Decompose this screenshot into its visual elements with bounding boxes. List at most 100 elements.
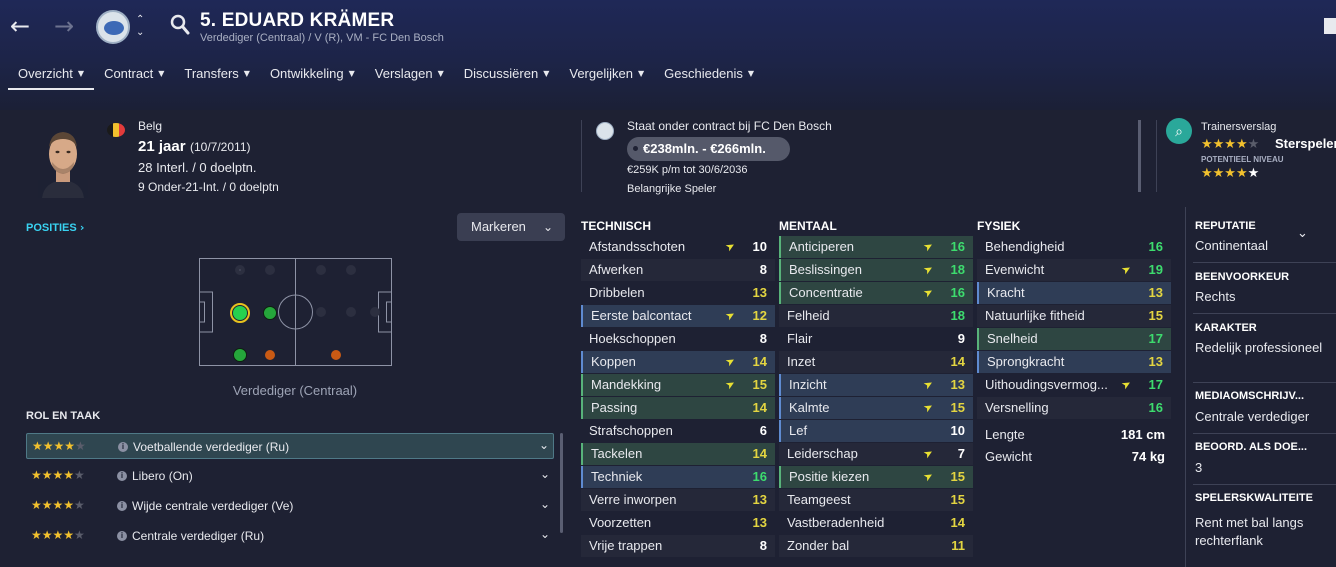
attribute-value: 19 xyxy=(1148,262,1163,277)
tab-contract[interactable]: Contract ▼ xyxy=(94,60,174,90)
attribute-name: Positie kiezen xyxy=(789,469,870,484)
attribute-row[interactable]: Zonder bal 11 xyxy=(779,535,973,557)
info-icon[interactable]: i xyxy=(117,531,127,541)
attribute-row[interactable]: Inzet 14 xyxy=(779,351,973,373)
attribute-row[interactable]: Positie kiezen ➤ 15 xyxy=(779,466,973,488)
attribute-value: 16 xyxy=(1148,400,1163,415)
attribute-row[interactable]: Passing 14 xyxy=(581,397,775,419)
attribute-row[interactable]: Concentratie ➤ 16 xyxy=(779,282,973,304)
role-stars: ★★★★★ xyxy=(31,498,85,512)
player-positions-club: Verdediger (Centraal) / V (R), VM - FC D… xyxy=(200,32,444,44)
divider xyxy=(1193,433,1336,434)
back-arrow-icon[interactable]: ← xyxy=(10,14,34,38)
attribute-row[interactable]: Techniek 16 xyxy=(581,466,775,488)
search-icon[interactable] xyxy=(170,14,190,36)
attribute-name: Eerste balcontact xyxy=(591,308,692,323)
chevron-down-icon[interactable]: ⌄ xyxy=(539,438,549,452)
attribute-name: Behendigheid xyxy=(985,239,1065,254)
attribute-row[interactable]: Felheid 18 xyxy=(779,305,973,327)
tab-overzicht[interactable]: Overzicht ▼ xyxy=(8,60,95,90)
tab-transfers[interactable]: Transfers ▼ xyxy=(174,60,260,90)
attribute-row[interactable]: Uithoudingsvermog... ➤ 17 xyxy=(977,374,1171,396)
attribute-row[interactable]: Tackelen 14 xyxy=(581,443,775,465)
tab-verslagen[interactable]: Verslagen ▼ xyxy=(365,60,454,90)
attribute-row[interactable]: Verre inworpen 13 xyxy=(581,489,775,511)
scout-search-icon[interactable]: ⌕ xyxy=(1166,118,1192,144)
markeren-dropdown[interactable]: Markeren ⌄ xyxy=(457,213,565,241)
attribute-value: 6 xyxy=(759,423,767,438)
transfer-value-badge[interactable]: €238mln. - €266mln. xyxy=(627,137,790,161)
attribute-value: 15 xyxy=(950,492,965,507)
attribute-row[interactable]: Kalmte ➤ 15 xyxy=(779,397,973,419)
tab-vergelijken[interactable]: Vergelijken ▼ xyxy=(559,60,654,90)
switch-player-chevrons-icon[interactable]: ⌃ ⌄ xyxy=(136,13,144,39)
attribute-row[interactable]: Sprongkracht 13 xyxy=(977,351,1171,373)
reputation-label: REPUTATIE xyxy=(1195,220,1256,232)
attribute-row[interactable]: Vastberadenheid 14 xyxy=(779,512,973,534)
roles-scrollbar[interactable] xyxy=(560,433,563,533)
attribute-row[interactable]: Snelheid 17 xyxy=(977,328,1171,350)
weight-value: 74 kg xyxy=(1131,449,1165,464)
role-row[interactable]: ★★★★★ i Libero (On) ⌄ xyxy=(26,463,554,489)
attribute-row[interactable]: Natuurlijke fitheid 15 xyxy=(977,305,1171,327)
attribute-row[interactable]: Teamgeest 15 xyxy=(779,489,973,511)
chevron-down-icon[interactable]: ⌄ xyxy=(540,497,550,511)
attribute-row[interactable]: Afstandsschoten ➤ 10 xyxy=(581,236,775,258)
forward-arrow-icon[interactable]: → xyxy=(54,14,78,38)
role-row[interactable]: ★★★★★ i Voetballende verdediger (Ru) ⌄ xyxy=(26,433,554,459)
attribute-row[interactable]: Strafschoppen 6 xyxy=(581,420,775,442)
attribute-row[interactable]: Vrije trappen 8 xyxy=(581,535,775,557)
attribute-row[interactable]: Behendigheid 16 xyxy=(977,236,1171,258)
club-crest-icon[interactable] xyxy=(96,10,130,44)
tab-discussieren[interactable]: Discussiëren ▼ xyxy=(454,60,560,90)
role-row[interactable]: ★★★★★ i Centrale verdediger (Ru) ⌄ xyxy=(26,523,554,549)
wage-and-expiry: €259K p/m tot 30/6/2036 xyxy=(627,164,748,176)
divider xyxy=(581,120,582,192)
mental-header: MENTAAL xyxy=(779,219,837,233)
positions-link[interactable]: POSITIES › xyxy=(26,221,84,234)
attribute-row[interactable]: Beslissingen ➤ 18 xyxy=(779,259,973,281)
training-focus-arrow-icon: ➤ xyxy=(1118,376,1134,393)
attribute-value: 14 xyxy=(752,354,767,369)
attribute-row[interactable]: Inzicht ➤ 13 xyxy=(779,374,973,396)
attribute-row[interactable]: Hoekschoppen 8 xyxy=(581,328,775,350)
attribute-row[interactable]: Mandekking ➤ 15 xyxy=(581,374,775,396)
attribute-row[interactable]: Koppen ➤ 14 xyxy=(581,351,775,373)
attribute-row[interactable]: Anticiperen ➤ 16 xyxy=(779,236,973,258)
attribute-row[interactable]: Dribbelen 13 xyxy=(581,282,775,304)
attribute-value: 11 xyxy=(951,538,965,553)
chevron-down-icon[interactable]: ⌄ xyxy=(540,467,550,481)
attribute-row[interactable]: Flair 9 xyxy=(779,328,973,350)
position-pitch xyxy=(199,258,392,366)
tab-ontwikkeling[interactable]: Ontwikkeling ▼ xyxy=(260,60,365,90)
player-traits-value: Rent met bal langs rechterflank xyxy=(1195,515,1304,548)
attribute-value: 16 xyxy=(950,239,965,254)
divider xyxy=(1193,262,1336,263)
info-icon[interactable]: i xyxy=(117,471,127,481)
attribute-name: Felheid xyxy=(787,308,830,323)
tab-geschiedenis[interactable]: Geschiedenis ▼ xyxy=(654,60,764,90)
attribute-row[interactable]: Versnelling 16 xyxy=(977,397,1171,419)
attribute-name: Zonder bal xyxy=(787,538,850,553)
window-control[interactable] xyxy=(1324,18,1336,34)
attribute-row[interactable]: Evenwicht ➤ 19 xyxy=(977,259,1171,281)
attribute-row[interactable]: Voorzetten 13 xyxy=(581,512,775,534)
scrollbar[interactable] xyxy=(1138,120,1141,192)
height-value: 181 cm xyxy=(1120,427,1165,442)
chevron-down-icon[interactable]: ⌄ xyxy=(540,527,550,541)
attribute-row[interactable]: Leiderschap ➤ 7 xyxy=(779,443,973,465)
training-focus-arrow-icon: ➤ xyxy=(920,468,936,485)
attribute-row[interactable]: Lef 10 xyxy=(779,420,973,442)
info-icon[interactable]: i xyxy=(117,501,127,511)
club-crest-small-icon xyxy=(596,122,614,140)
preferred-foot-label: BEENVOORKEUR xyxy=(1195,271,1290,283)
role-row[interactable]: ★★★★★ i Wijde centrale verdediger (Ve) ⌄ xyxy=(26,493,554,519)
attribute-row[interactable]: Kracht 13 xyxy=(977,282,1171,304)
chevron-right-icon: › xyxy=(79,221,85,234)
info-icon[interactable]: i xyxy=(118,442,128,452)
attribute-row[interactable]: Afwerken 8 xyxy=(581,259,775,281)
attribute-row[interactable]: Eerste balcontact ➤ 12 xyxy=(581,305,775,327)
training-focus-arrow-icon: ➤ xyxy=(722,376,738,393)
attribute-name: Beslissingen xyxy=(789,262,862,277)
positions-label: POSITIES xyxy=(26,222,77,234)
